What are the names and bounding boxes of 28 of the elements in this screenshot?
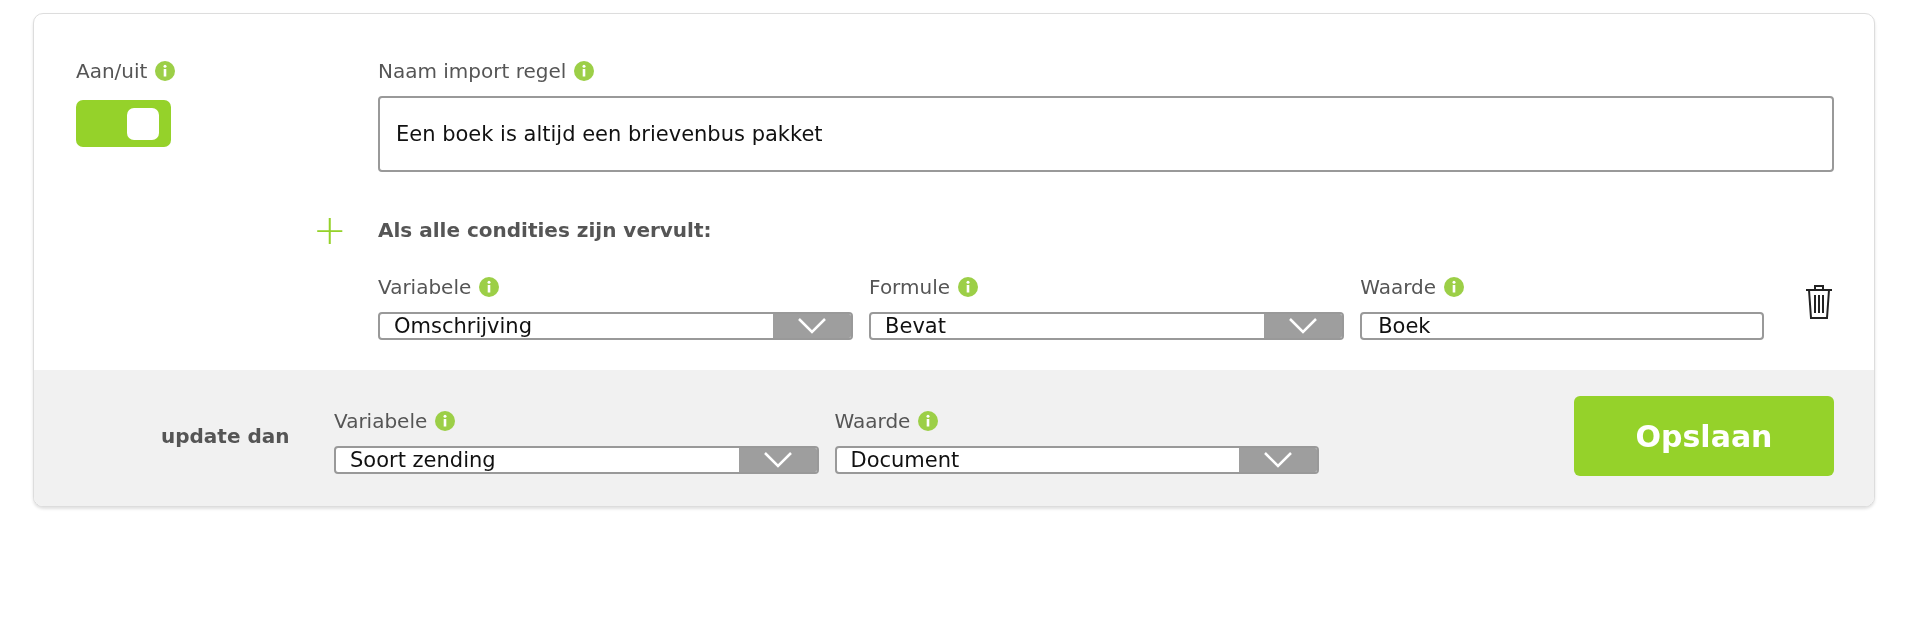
trash-icon[interactable] bbox=[1804, 284, 1834, 320]
info-icon[interactable] bbox=[435, 411, 456, 431]
info-icon[interactable] bbox=[479, 277, 500, 297]
row-label: update dan bbox=[160, 423, 291, 450]
field-label: Aan/uit bbox=[76, 59, 148, 83]
info-icon[interactable] bbox=[574, 61, 595, 81]
dropdown[interactable]: Soort zending bbox=[334, 446, 819, 474]
chevron-down-icon bbox=[762, 451, 793, 469]
dropdown[interactable]: Bevat bbox=[869, 312, 1345, 340]
info-icon[interactable] bbox=[918, 411, 939, 431]
dropdown[interactable]: Document bbox=[834, 446, 1319, 474]
field-label: Waarde bbox=[1360, 275, 1437, 299]
info-icon[interactable] bbox=[155, 61, 176, 81]
info-icon[interactable] bbox=[958, 277, 978, 297]
info-icon[interactable] bbox=[1444, 277, 1465, 297]
dropdown[interactable]: Omschrijving bbox=[378, 312, 854, 340]
toggle-switch[interactable] bbox=[76, 100, 171, 147]
field-label: Formule bbox=[869, 275, 950, 299]
field-label: Variabele bbox=[334, 409, 428, 433]
field-label: Waarde bbox=[834, 409, 911, 433]
input-field[interactable]: Een boek is altijd een brievenbus pakket bbox=[378, 96, 1834, 172]
chevron-down-icon bbox=[797, 317, 828, 335]
field-label: Variabele bbox=[378, 275, 472, 299]
chevron-down-icon bbox=[1288, 317, 1319, 335]
field-label: Naam import regel bbox=[378, 59, 567, 83]
section-heading: Als alle condities zijn vervult: bbox=[378, 218, 712, 242]
chevron-down-icon bbox=[1263, 451, 1293, 469]
input-field[interactable]: Boek bbox=[1360, 312, 1764, 340]
